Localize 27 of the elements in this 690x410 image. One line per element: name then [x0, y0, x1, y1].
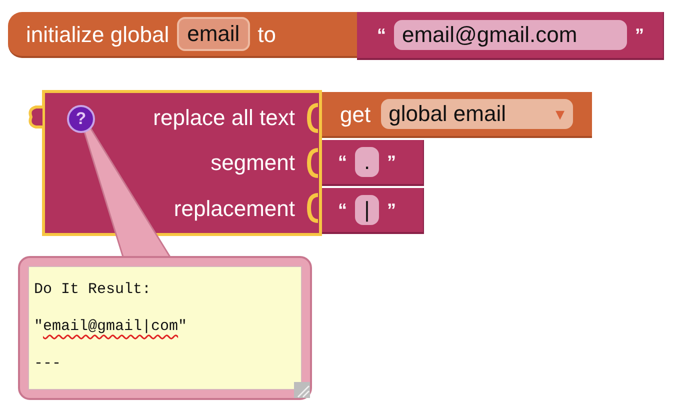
open-quote: “ [338, 150, 347, 174]
variable-dropdown[interactable]: global email ▾ [380, 99, 573, 129]
close-quote: ” [387, 150, 396, 174]
result-line: Do It Result: [34, 280, 152, 300]
block-label: initialize global [26, 20, 170, 49]
result-line: --- [34, 354, 62, 374]
caret-icon: ▾ [556, 99, 565, 129]
socket-icon [307, 148, 319, 178]
text-field[interactable]: | [355, 195, 379, 225]
help-icon[interactable]: ? [67, 105, 95, 133]
socket-label: segment [210, 149, 295, 178]
getter-label: get [340, 100, 371, 129]
open-quote: “ [338, 198, 347, 222]
close-quote: ” [635, 24, 644, 46]
comment-text-area[interactable]: Do It Result: "email@gmail|com" --- [28, 266, 302, 390]
result-line: "email@gmail|com" [34, 317, 188, 337]
close-quote: ” [387, 198, 396, 222]
socket-label: replacement [174, 194, 295, 223]
text-field[interactable]: . [355, 147, 379, 177]
resize-grip[interactable] [294, 382, 310, 398]
block-label: to [258, 20, 276, 48]
name-field[interactable]: email [177, 17, 250, 51]
socket-icon [307, 102, 319, 133]
open-quote: “ [377, 24, 386, 46]
text-field[interactable]: email@gmail.com [394, 20, 627, 50]
socket-icon [307, 193, 319, 224]
socket-label: replace all text [153, 104, 295, 132]
